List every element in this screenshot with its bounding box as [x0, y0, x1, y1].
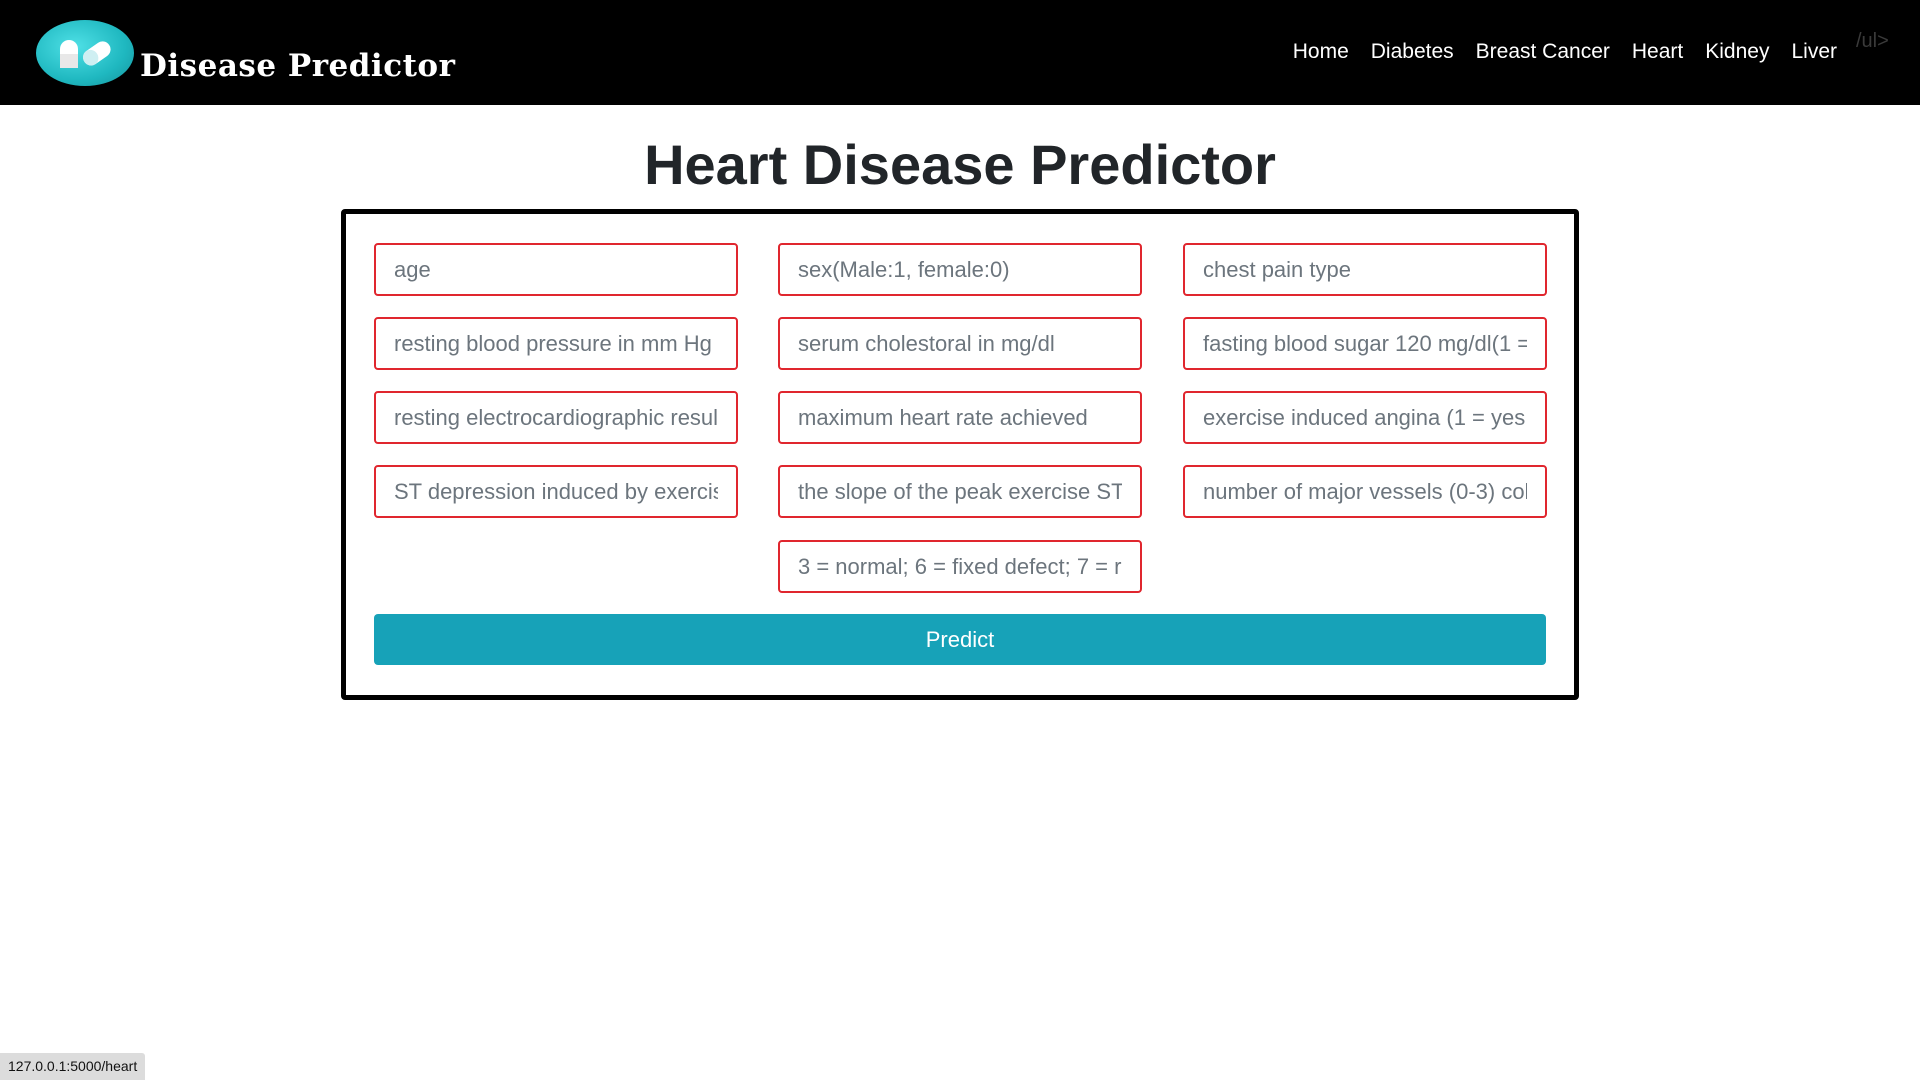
chest-pain-type-field[interactable] [1183, 243, 1547, 296]
nav-menu: Home Diabetes Breast Cancer Heart Kidney… [1282, 40, 1848, 64]
brand-name: Disease Predictor [140, 48, 456, 84]
nav-home-link[interactable]: Home [1282, 40, 1360, 64]
nav-breast-cancer-link[interactable]: Breast Cancer [1465, 40, 1621, 64]
st-slope-field[interactable] [778, 465, 1142, 518]
sex-field[interactable] [778, 243, 1142, 296]
age-field[interactable] [374, 243, 738, 296]
navbar: Disease Predictor Home Diabetes Breast C… [0, 0, 1920, 105]
status-bar-url: 127.0.0.1:5000/heart [0, 1053, 146, 1080]
brand-logo[interactable]: Disease Predictor [36, 18, 455, 90]
nav-heart-link[interactable]: Heart [1621, 40, 1694, 64]
capsule-pills-icon [36, 20, 134, 86]
fasting-blood-sugar-field[interactable] [1183, 317, 1547, 370]
major-vessels-field[interactable] [1183, 465, 1547, 518]
nav-diabetes-link[interactable]: Diabetes [1360, 40, 1465, 64]
predict-button[interactable]: Predict [374, 614, 1546, 665]
st-depression-field[interactable] [374, 465, 738, 518]
max-heart-rate-field[interactable] [778, 391, 1142, 444]
resting-blood-pressure-field[interactable] [374, 317, 738, 370]
stray-markup-text: /ul> [1856, 30, 1889, 52]
nav-kidney-link[interactable]: Kidney [1694, 40, 1780, 64]
serum-cholesterol-field[interactable] [778, 317, 1142, 370]
nav-liver-link[interactable]: Liver [1780, 40, 1848, 64]
resting-ecg-field[interactable] [374, 391, 738, 444]
page-title: Heart Disease Predictor [644, 133, 1276, 196]
exercise-angina-field[interactable] [1183, 391, 1547, 444]
thal-field[interactable] [778, 540, 1142, 593]
